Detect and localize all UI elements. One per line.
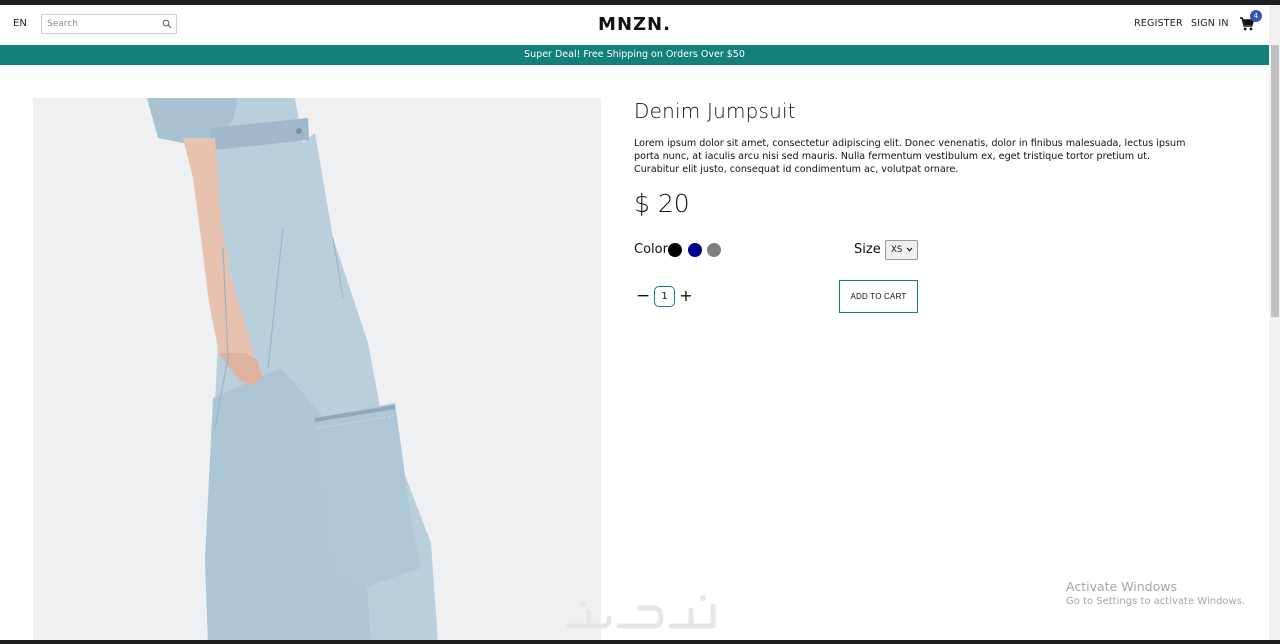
color-swatch-black[interactable] <box>668 243 682 257</box>
scrollbar-thumb[interactable] <box>1271 45 1279 317</box>
promo-banner: Super Deal! Free Shipping on Orders Over… <box>0 45 1269 65</box>
activation-title: Activate Windows <box>1066 579 1177 594</box>
site-header: EN MNZN. REGISTER SIGN IN 4 <box>0 5 1269 45</box>
color-swatch-gray[interactable] <box>707 243 721 257</box>
quantity-value[interactable]: 1 <box>654 286 675 307</box>
color-swatch-navy[interactable] <box>688 243 702 257</box>
size-selected-value: XS <box>891 245 903 255</box>
denim-jumpsuit-image <box>33 98 601 644</box>
sign-in-link[interactable]: SIGN IN <box>1191 18 1229 29</box>
site-watermark-logo <box>566 595 716 629</box>
product-image <box>33 98 601 644</box>
quantity-decrease-button[interactable]: − <box>636 286 650 306</box>
windows-activation-watermark: Activate Windows Go to Settings to activ… <box>1066 579 1245 607</box>
product-description: Lorem ipsum dolor sit amet, consectetur … <box>634 138 1186 175</box>
product-price: $ 20 <box>634 189 690 218</box>
chevron-down-icon <box>906 247 913 252</box>
register-link[interactable]: REGISTER <box>1134 18 1183 29</box>
cart-count-badge: 4 <box>1250 10 1262 22</box>
product-title: Denim Jumpsuit <box>634 99 796 123</box>
color-label: Color <box>634 242 668 257</box>
site-logo[interactable]: MNZN. <box>0 14 1269 35</box>
quantity-increase-button[interactable]: + <box>679 286 693 306</box>
size-label: Size <box>854 242 881 257</box>
size-select[interactable]: XS <box>885 240 918 260</box>
add-to-cart-button[interactable]: ADD TO CART <box>839 280 918 313</box>
activation-subtitle: Go to Settings to activate Windows. <box>1066 596 1246 607</box>
window-bottom-strip <box>0 640 1280 644</box>
